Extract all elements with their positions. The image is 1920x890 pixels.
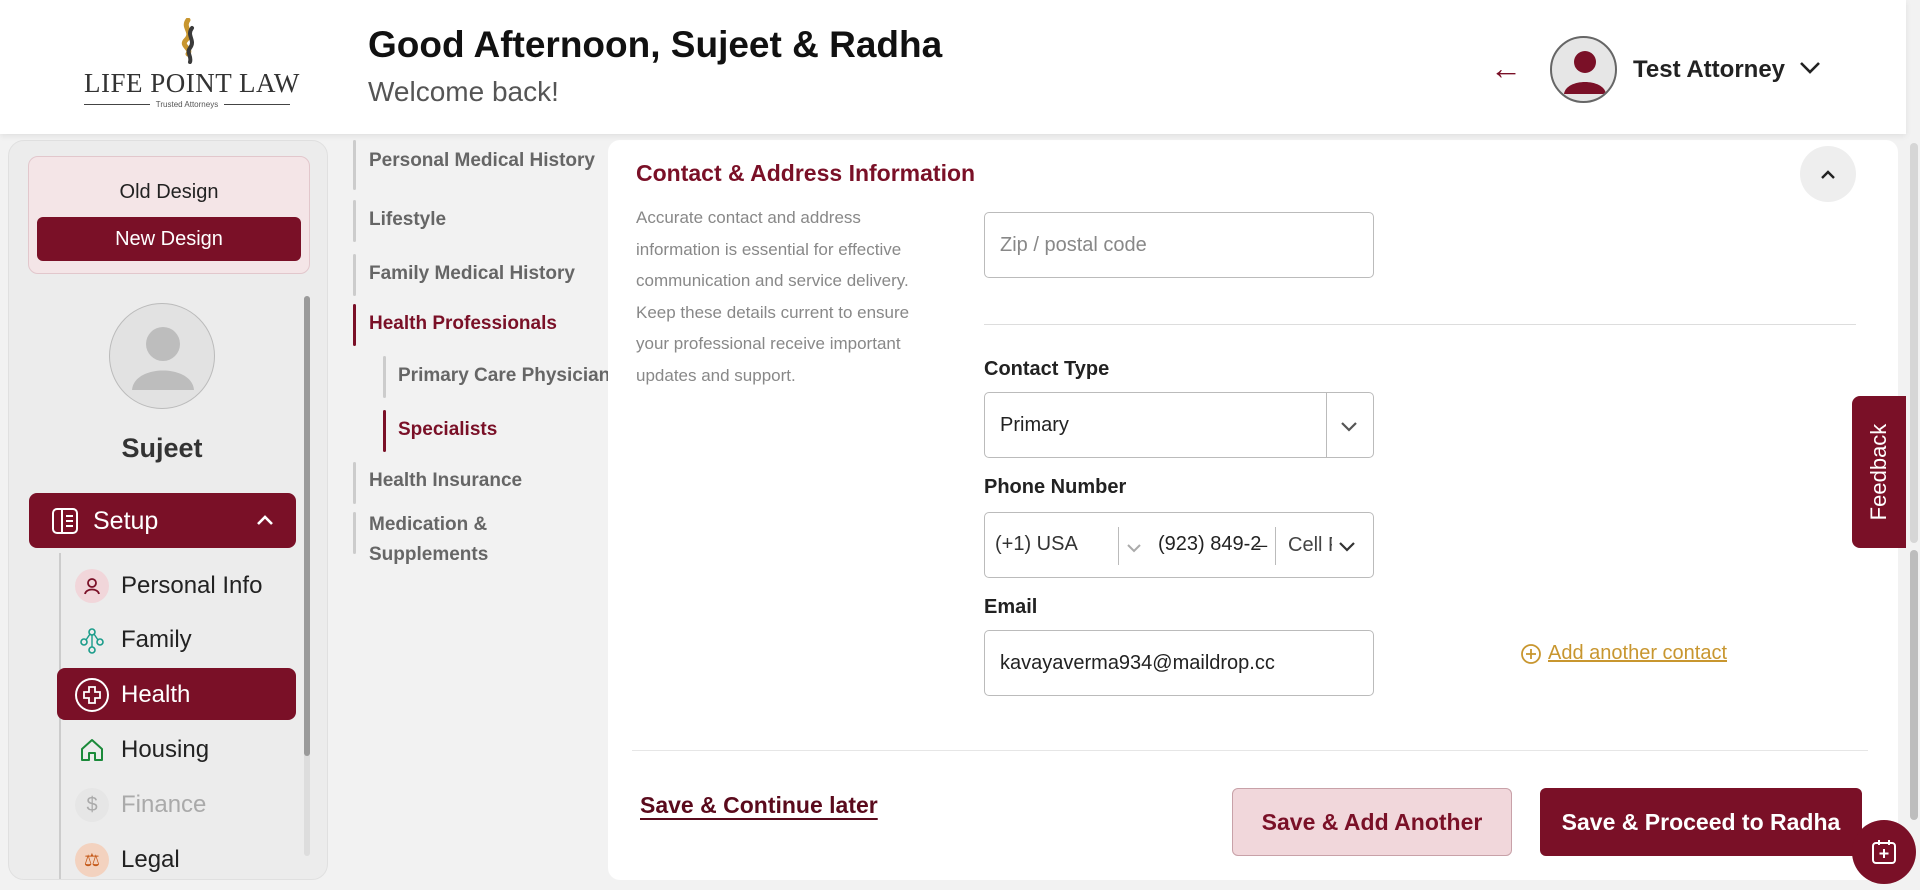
zip-placeholder: Zip / postal code [1000, 233, 1147, 256]
chevron-down-icon[interactable] [1337, 537, 1357, 555]
email-input[interactable]: kavayaverma934@maildrop.cc [984, 630, 1374, 696]
setup-label: Setup [93, 507, 159, 535]
sidebar-item-label: Housing [121, 736, 210, 763]
phone-country-select[interactable]: (+1) USA [995, 533, 1078, 556]
sidebar-item-label: Finance [121, 791, 207, 818]
sidebar-scroll-thumb[interactable] [304, 296, 310, 756]
subnav-lifestyle[interactable]: Lifestyle [369, 205, 446, 235]
subnav-specialists[interactable]: Specialists [398, 415, 497, 445]
save-continue-later-link[interactable]: Save & Continue later [640, 792, 878, 819]
phone-number-input[interactable]: (923) 849-2̶ [1158, 533, 1272, 556]
contact-type-value: Primary [1000, 413, 1069, 436]
chevron-down-icon [1339, 417, 1359, 435]
back-arrow-icon[interactable]: ← [1490, 52, 1522, 84]
health-cross-icon [75, 678, 109, 712]
save-add-another-button[interactable]: Save & Add Another [1232, 788, 1512, 856]
welcome-text: Welcome back! [368, 76, 559, 107]
sidebar-item-label: Health [121, 681, 191, 708]
save-proceed-button[interactable]: Save & Proceed to Radha [1540, 788, 1862, 856]
sidebar-item-label: Family [121, 626, 192, 653]
subnav-health-professionals[interactable]: Health Professionals [369, 309, 557, 339]
email-label: Email [984, 596, 1038, 618]
subnav-medication-supplements[interactable]: Medication & Supplements [369, 510, 488, 570]
family-icon [75, 623, 109, 657]
health-subnav: Personal Medical History Lifestyle Famil… [350, 140, 610, 580]
phone-label: Phone Number [984, 476, 1127, 498]
house-icon [75, 733, 109, 767]
greeting: Good Afternoon, Sujeet & Radha Welcome b… [368, 24, 942, 108]
legal-icon: ⚖ [75, 843, 109, 877]
phone-field: (+1) USA (923) 849-2̶ Cell Phone [984, 512, 1374, 578]
subnav-family-medical-history[interactable]: Family Medical History [369, 259, 575, 289]
sidebar: Old Design New Design Sujeet Setup Perso… [8, 140, 328, 880]
calendar-plus-icon [1872, 840, 1896, 864]
section-description: Accurate contact and address information… [636, 208, 910, 385]
logo-flame-icon [172, 17, 202, 64]
phone-type-select[interactable]: Cell Phone [1288, 534, 1332, 557]
greeting-title: Good Afternoon, Sujeet & Radha [368, 24, 943, 65]
user-avatar[interactable] [1550, 36, 1617, 103]
logo[interactable]: LIFE POINT LAW Trusted Attorneys [84, 17, 300, 110]
add-contact-label: Add another contact [1548, 642, 1728, 664]
sidebar-item-housing[interactable]: Housing [57, 723, 296, 775]
chevron-up-icon [255, 511, 275, 529]
sidebar-item-legal[interactable]: ⚖ Legal [57, 833, 296, 879]
setup-panel-icon [51, 507, 79, 535]
zip-input[interactable]: Zip / postal code [984, 212, 1374, 278]
sidebar-item-family[interactable]: Family [57, 613, 296, 665]
sidebar-scrollbar[interactable] [304, 296, 310, 856]
chevron-down-icon[interactable] [1125, 539, 1143, 555]
sidebar-item-label: Legal [121, 846, 180, 873]
main-panel: Contact & Address Information Accurate c… [608, 140, 1898, 880]
add-another-contact-link[interactable]: Add another contact [1520, 642, 1727, 665]
section-title: Contact & Address Information [636, 160, 976, 186]
sidebar-item-health[interactable]: Health [57, 668, 296, 720]
contact-type-label: Contact Type [984, 358, 1110, 380]
subnav-health-insurance[interactable]: Health Insurance [369, 466, 522, 496]
top-header: LIFE POINT LAW Trusted Attorneys Good Af… [0, 0, 1906, 134]
dollar-icon: $ [75, 788, 109, 822]
profile-avatar[interactable] [109, 303, 215, 409]
chevron-down-icon[interactable] [1798, 58, 1822, 78]
divider [984, 324, 1856, 325]
plus-circle-icon [1521, 643, 1541, 664]
subnav-primary-care-physician[interactable]: Primary Care Physician [398, 361, 610, 391]
logo-tagline: Trusted Attorneys [155, 100, 219, 109]
email-value: kavayaverma934@maildrop.cc [1000, 651, 1275, 674]
sidebar-item-finance[interactable]: $ Finance [57, 778, 296, 830]
divider [632, 750, 1868, 751]
new-design-button[interactable]: New Design [37, 217, 301, 261]
logo-text: LIFE POINT LAW [84, 68, 300, 98]
profile-name: Sujeet [121, 433, 203, 463]
collapse-section-button[interactable] [1800, 146, 1856, 202]
design-toggle: Old Design New Design [28, 156, 310, 274]
setup-button[interactable]: Setup [29, 493, 296, 548]
feedback-label: Feedback [1866, 423, 1891, 521]
page-scroll-track[interactable] [1910, 143, 1918, 543]
sidebar-item-personal-info[interactable]: Personal Info [57, 559, 296, 611]
subnav-personal-medical-history[interactable]: Personal Medical History [369, 146, 595, 176]
calendar-add-button[interactable] [1852, 820, 1916, 884]
person-icon [75, 569, 109, 603]
user-name[interactable]: Test Attorney [1633, 56, 1785, 84]
contact-type-select[interactable]: Primary [984, 392, 1374, 458]
page-scroll-thumb[interactable] [1910, 550, 1918, 820]
feedback-tab[interactable]: Feedback [1852, 396, 1906, 548]
old-design-button[interactable]: Old Design [29, 181, 309, 204]
sidebar-item-label: Personal Info [121, 572, 263, 599]
